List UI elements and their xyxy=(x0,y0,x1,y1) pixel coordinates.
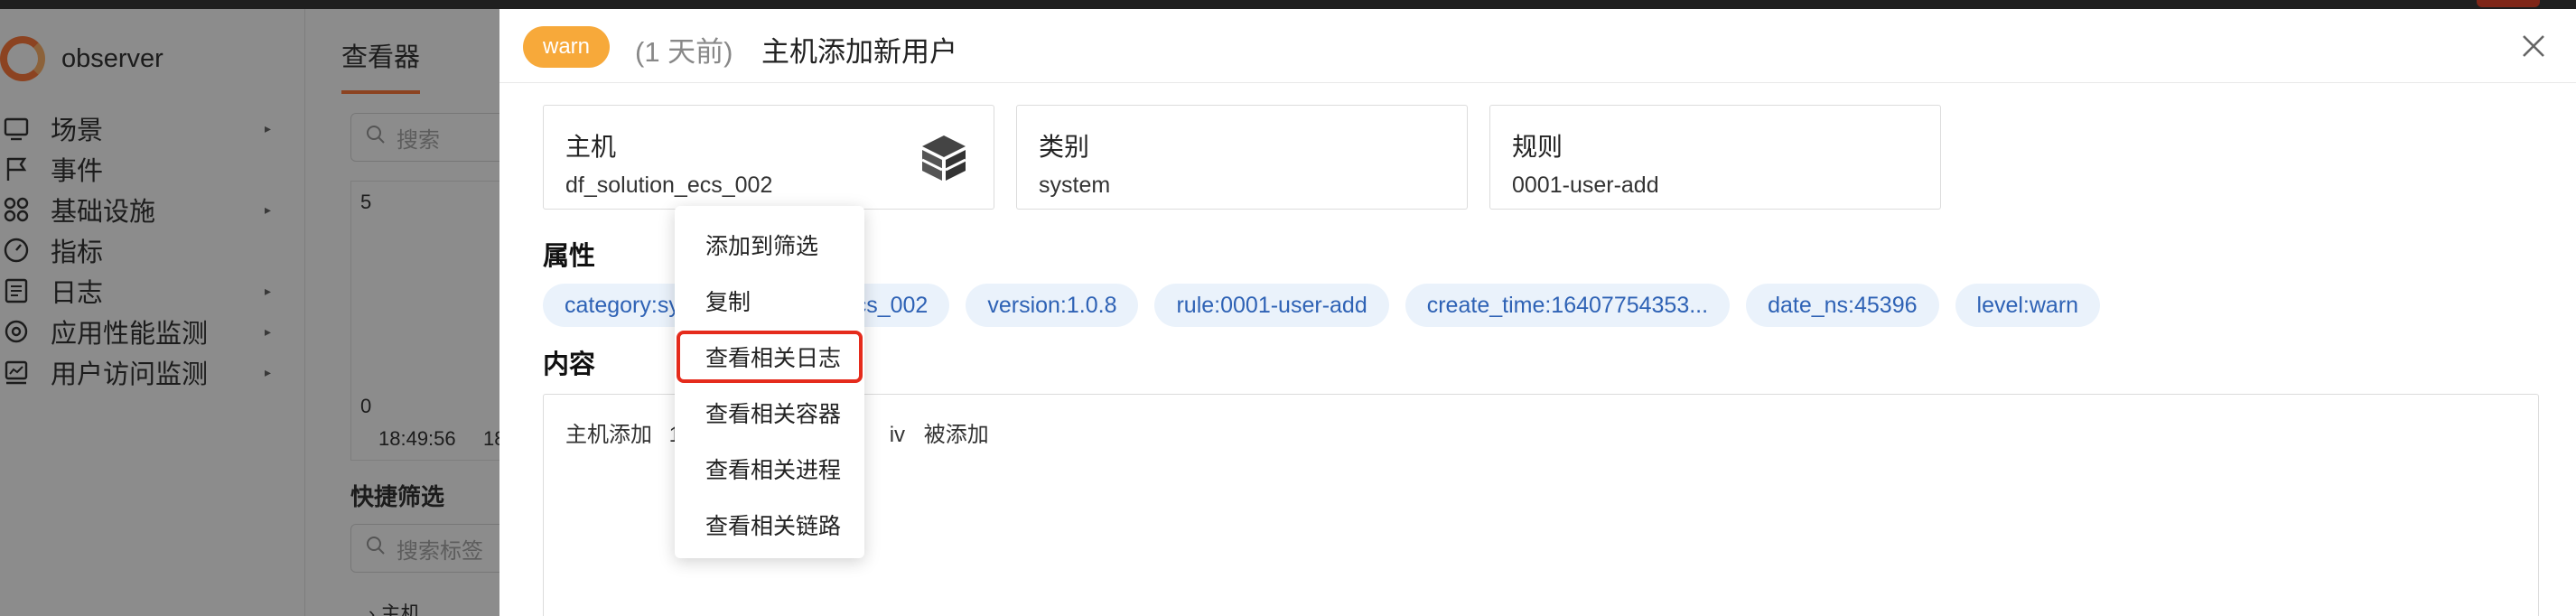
card-value: 0001-user-add xyxy=(1512,173,1659,198)
drawer-header: warn (1 天前) 主机添加新用户 xyxy=(499,9,2576,83)
attribute-tag[interactable]: level:warn xyxy=(1955,284,2101,327)
menu-item-view-related-logs[interactable]: 查看相关日志 xyxy=(675,329,864,385)
page-title: 主机添加新用户 xyxy=(761,36,957,68)
host-card: 主机 df_solution_ecs_002 xyxy=(543,105,994,210)
context-menu: 添加到筛选 复制 查看相关日志 查看相关容器 查看相关进程 查看相关链路 xyxy=(675,206,864,558)
menu-item-copy[interactable]: 复制 xyxy=(675,273,864,329)
content-text: 主机添加 xyxy=(565,423,652,447)
menu-item-view-related-processes[interactable]: 查看相关进程 xyxy=(675,441,864,497)
content-title: 内容 xyxy=(543,350,596,379)
attribute-tag[interactable]: rule:0001-user-add xyxy=(1154,284,1389,327)
card-key: 主机 xyxy=(565,133,617,161)
time-ago: (1 天前) xyxy=(635,36,733,68)
card-key: 类别 xyxy=(1039,133,1090,161)
rule-card: 规则 0001-user-add xyxy=(1489,105,1941,210)
menu-item-view-related-traces[interactable]: 查看相关链路 xyxy=(675,497,864,553)
card-value: df_solution_ecs_002 xyxy=(565,173,773,198)
menu-item-view-related-containers[interactable]: 查看相关容器 xyxy=(675,385,864,441)
attribute-tag[interactable]: create_time:16407754353... xyxy=(1405,284,1731,327)
close-icon[interactable] xyxy=(2518,31,2549,61)
card-value: system xyxy=(1039,173,1111,198)
card-key: 规则 xyxy=(1512,133,1563,161)
attribute-tag[interactable]: date_ns:45396 xyxy=(1746,284,1939,327)
attributes-title: 属性 xyxy=(543,242,596,271)
attribute-tag[interactable]: version:1.0.8 xyxy=(966,284,1139,327)
content-text: iv xyxy=(889,423,906,447)
host-cube-icon[interactable] xyxy=(919,133,968,183)
content-text: 被添加 xyxy=(923,423,989,447)
status-badge: warn xyxy=(523,26,611,68)
category-card: 类别 system xyxy=(1016,105,1468,210)
menu-item-add-to-filter[interactable]: 添加到筛选 xyxy=(675,217,864,273)
